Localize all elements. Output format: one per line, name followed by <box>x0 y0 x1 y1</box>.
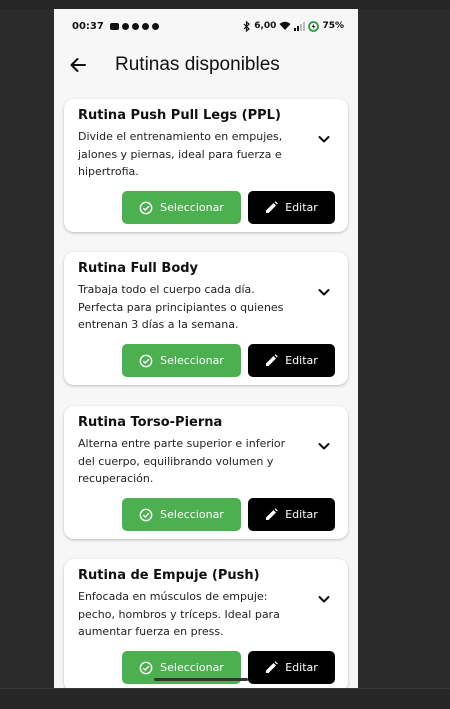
arrow-back-icon <box>70 58 86 72</box>
youtube-icon <box>109 22 119 30</box>
chevron-down-icon[interactable] <box>316 438 332 454</box>
notification-icon <box>141 22 149 30</box>
network-speed: 6,00 <box>254 21 277 31</box>
edit-button[interactable]: Editar <box>248 498 335 531</box>
select-button[interactable]: Seleccionar <box>122 344 241 377</box>
back-button[interactable] <box>66 53 90 77</box>
signal-icon <box>294 21 306 31</box>
pencil-icon <box>266 661 279 673</box>
pencil-icon <box>266 508 279 520</box>
edit-button-label: Editar <box>285 201 318 214</box>
chevron-down-icon[interactable] <box>316 591 332 607</box>
desktop-top-strip <box>0 0 450 9</box>
notification-icon <box>131 22 139 30</box>
battery-icon <box>308 20 320 32</box>
routine-title: Rutina de Empuje (Push) <box>78 568 260 583</box>
wifi-icon <box>279 21 291 30</box>
routine-title: Rutina Torso-Pierna <box>78 415 223 430</box>
pencil-icon <box>266 201 279 213</box>
notification-icon <box>151 22 159 30</box>
page-title: Rutinas disponibles <box>115 54 280 75</box>
notification-icons <box>109 22 159 30</box>
routine-title: Rutina Push Pull Legs (PPL) <box>78 108 281 123</box>
select-button-label: Seleccionar <box>160 661 224 674</box>
select-button[interactable]: Seleccionar <box>122 498 241 531</box>
status-time: 00:37 <box>72 20 104 32</box>
check-circle-icon <box>139 201 153 214</box>
select-button-label: Seleccionar <box>160 508 224 521</box>
routine-title: Rutina Full Body <box>78 261 199 276</box>
routine-description: Enfocada en músculos de empuje: pecho, h… <box>78 590 280 638</box>
edit-button[interactable]: Editar <box>248 191 335 224</box>
routine-card: Rutina Push Pull Legs (PPL) Divide el en… <box>64 99 348 232</box>
edit-button[interactable]: Editar <box>248 344 335 377</box>
routine-card: Rutina Full Body Trabaja todo el cuerpo … <box>64 252 348 385</box>
edit-button-label: Editar <box>285 354 318 367</box>
routine-description: Divide el entrenamiento en empujes, jalo… <box>78 130 283 178</box>
select-button[interactable]: Seleccionar <box>122 191 241 224</box>
desktop-bottom-strip <box>0 688 450 709</box>
gesture-navigation-bar[interactable] <box>154 678 248 681</box>
edit-button[interactable]: Editar <box>248 651 335 684</box>
routine-description: Alterna entre parte superior e inferior … <box>78 437 286 485</box>
chevron-down-icon[interactable] <box>316 131 332 147</box>
routine-description: Trabaja todo el cuerpo cada día. Perfect… <box>78 283 284 331</box>
edit-button-label: Editar <box>285 661 318 674</box>
check-circle-icon <box>139 354 153 367</box>
app-bar: Rutinas disponibles <box>54 43 358 87</box>
routine-card: Rutina de Empuje (Push) Enfocada en músc… <box>64 559 348 688</box>
edit-button-label: Editar <box>285 508 318 521</box>
pencil-icon <box>266 354 279 366</box>
notification-icon <box>121 22 129 30</box>
status-bar: 00:37 6,00 75% <box>54 9 358 43</box>
phone-screen: 00:37 6,00 75% Rutinas disponibles Rutin <box>54 9 358 688</box>
select-button-label: Seleccionar <box>160 201 224 214</box>
routine-card: Rutina Torso-Pierna Alterna entre parte … <box>64 406 348 539</box>
chevron-down-icon[interactable] <box>316 284 332 300</box>
bluetooth-icon <box>243 20 251 32</box>
battery-level: 75% <box>322 21 344 31</box>
check-circle-icon <box>139 661 153 674</box>
check-circle-icon <box>139 508 153 521</box>
select-button-label: Seleccionar <box>160 354 224 367</box>
